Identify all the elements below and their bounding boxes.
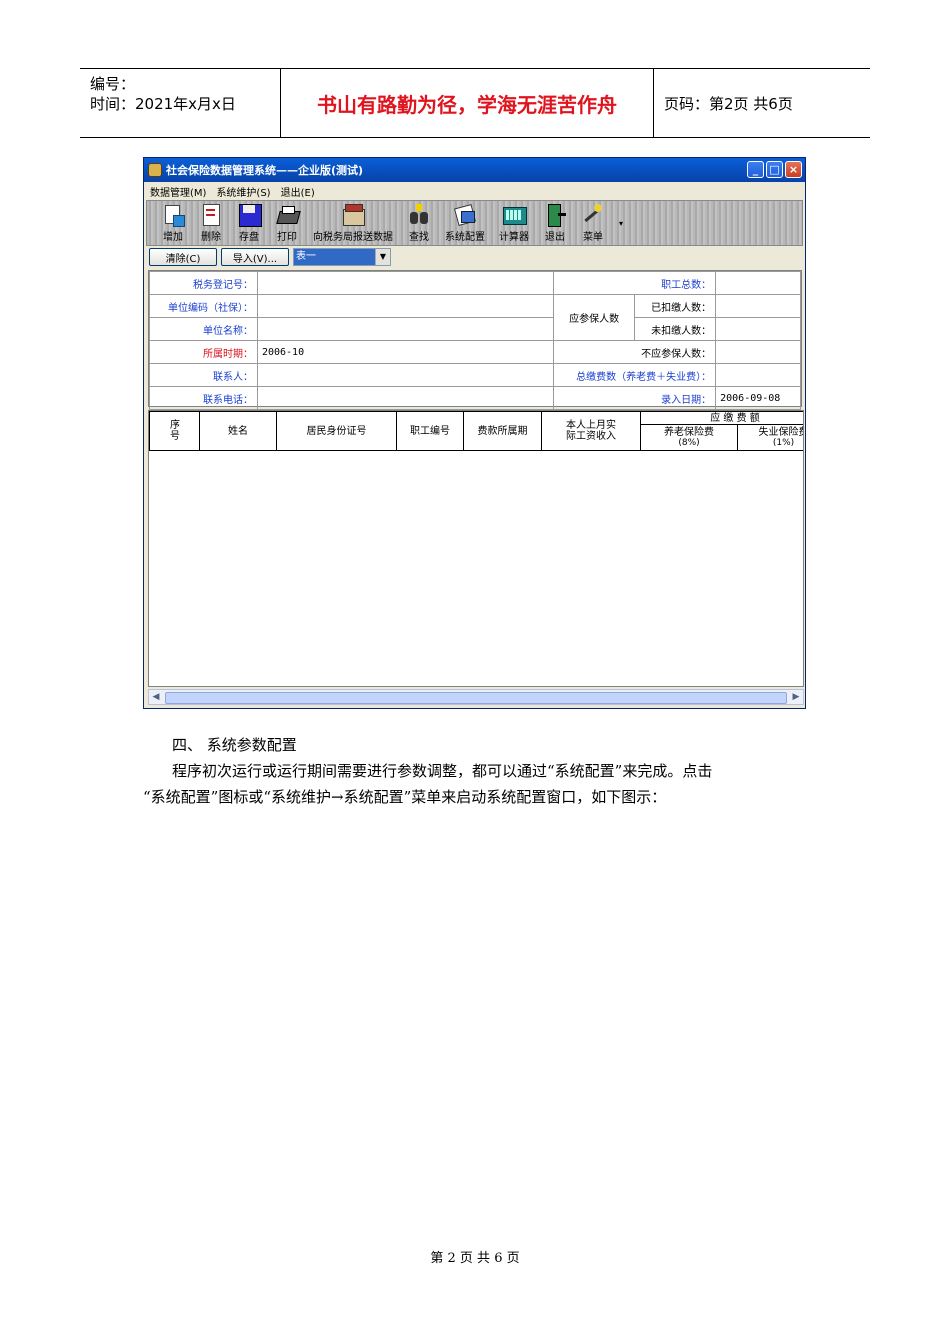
toolbar: 增加 删除 存盘 打印 向税务局报送数据 查找 系统配置 计算器 退出 菜单 ▾ [146, 200, 803, 246]
document-header: 编号： 时间：2021年x月x日 书山有路勤为径，学海无涯苦作舟 页码：第2页 … [80, 68, 870, 138]
motto: 书山有路勤为径，学海无涯苦作舟 [317, 92, 617, 117]
not-required-field[interactable] [715, 340, 801, 364]
maximize-button[interactable]: □ [766, 161, 783, 178]
delete-icon [199, 203, 223, 227]
menu-system-maintenance[interactable]: 系统维护(S) [216, 184, 270, 199]
menu-data-management[interactable]: 数据管理(M) [150, 184, 206, 199]
window-title: 社会保险数据管理系统——企业版(测试) [166, 164, 364, 177]
total-workers-field[interactable] [715, 271, 801, 295]
close-button[interactable]: × [785, 161, 802, 178]
col-id-number[interactable]: 居民身份证号 [276, 411, 397, 451]
scroll-left-icon[interactable]: ◀ [149, 690, 163, 704]
col-pension-rate: (8%) [678, 437, 700, 448]
report-to-tax-bureau-button[interactable]: 向税务局报送数据 [313, 203, 393, 245]
unit-info-table: 税务登记号： 职工总数： 单位编码（社保）： 应参保人数 已扣缴人数： 单位名称… [149, 271, 801, 410]
header-meta-cell: 编号： 时间：2021年x月x日 [80, 69, 281, 137]
import-button[interactable]: 导入(V)... [221, 248, 289, 266]
grid-header: 序号 姓名 居民身份证号 职工编号 费款所属期 本人上月实际工资收入 应 缴 费… [149, 411, 804, 451]
time-label: 时间：2021年x月x日 [90, 95, 236, 113]
menu-exit[interactable]: 退出(E) [281, 184, 315, 199]
col-seq[interactable]: 序号 [149, 411, 200, 451]
clear-button[interactable]: 清除(C) [149, 248, 217, 266]
print-button[interactable]: 打印 [275, 203, 301, 245]
deducted-label: 已扣缴人数： [634, 294, 717, 318]
unit-info-form: 税务登记号： 职工总数： 单位编码（社保）： 应参保人数 已扣缴人数： 单位名称… [148, 270, 802, 410]
period-field[interactable]: 2006-10 [256, 340, 555, 364]
binoculars-icon [407, 203, 431, 227]
tax-reg-label: 税务登记号： [149, 271, 258, 295]
header-motto-cell: 书山有路勤为径，学海无涯苦作舟 [281, 69, 654, 137]
exit-button[interactable]: 退出 [543, 203, 567, 245]
col-last-month-wage[interactable]: 本人上月实际工资收入 [541, 411, 641, 451]
menu-bar: 数据管理(M) 系统维护(S) 退出(E) [144, 182, 805, 200]
col-worker-no[interactable]: 职工编号 [396, 411, 464, 451]
total-fee-label: 总缴费数（养老费＋失业费）： [553, 363, 717, 387]
section-heading: 四、 系统参数配置 [172, 736, 297, 754]
page-footer: 第 2 页 共 6 页 [430, 1251, 520, 1266]
title-bar[interactable]: 社会保险数据管理系统——企业版(测试) _ □ × [144, 158, 805, 182]
menu-button[interactable]: 菜单 [581, 203, 605, 245]
total-fee-field[interactable] [715, 363, 801, 387]
building-icon [341, 203, 365, 227]
not-required-label: 不应参保人数： [553, 340, 717, 364]
not-deducted-field[interactable] [715, 317, 801, 341]
col-pension[interactable]: 养老保险费 (8%) [640, 424, 738, 451]
body-line-2: “系统配置”图标或“系统维护→系统配置”菜单来启动系统配置窗口，如下图示： [143, 788, 667, 806]
entry-date-label: 录入日期： [553, 386, 717, 410]
printer-icon [275, 203, 301, 227]
toolbar-overflow-icon[interactable]: ▾ [619, 219, 623, 228]
col-unemployment[interactable]: 失业保险费 (1%) [736, 424, 804, 451]
period-label: 所属时期： [149, 340, 258, 364]
col-pension-title: 养老保险费 [664, 426, 714, 438]
minimize-button[interactable]: _ [747, 161, 764, 178]
deducted-field[interactable] [715, 294, 801, 318]
unit-code-field[interactable] [256, 294, 555, 318]
add-button[interactable]: 增加 [161, 203, 185, 245]
wand-icon [581, 203, 605, 227]
col-fee-period[interactable]: 费款所属期 [463, 411, 542, 451]
scrollbar-thumb[interactable] [165, 692, 787, 704]
unit-code-label: 单位编码（社保）： [149, 294, 258, 318]
total-workers-label: 职工总数： [553, 271, 717, 295]
unit-name-field[interactable] [256, 317, 555, 341]
tax-reg-field[interactable] [256, 271, 555, 295]
not-deducted-label: 未扣缴人数： [634, 317, 717, 341]
add-icon [161, 203, 185, 227]
contact-field[interactable] [256, 363, 555, 387]
calculator-icon [502, 203, 527, 227]
page-info: 页码：第2页 共6页 [664, 94, 793, 113]
col-group-payable: 应 缴 费 额 [639, 411, 803, 425]
chevron-down-icon[interactable]: ▼ [375, 249, 390, 265]
config-icon [453, 203, 477, 227]
scroll-right-icon[interactable]: ▶ [789, 690, 803, 704]
header-page-cell: 页码：第2页 共6页 [654, 69, 870, 137]
delete-button[interactable]: 删除 [199, 203, 223, 245]
calculator-button[interactable]: 计算器 [499, 203, 529, 245]
window-controls: _ □ × [747, 161, 802, 178]
app-window: 社会保险数据管理系统——企业版(测试) _ □ × 数据管理(M) 系统维护(S… [143, 157, 806, 709]
serial-label: 编号： [90, 75, 136, 93]
col-unemployment-rate: (1%) [772, 437, 795, 448]
phone-field[interactable] [256, 386, 555, 410]
phone-label: 联系电话： [149, 386, 258, 410]
sheet-select[interactable]: 表一 ▼ [293, 248, 391, 266]
unit-name-label: 单位名称： [149, 317, 258, 341]
system-config-button[interactable]: 系统配置 [445, 203, 485, 245]
horizontal-scrollbar[interactable]: ◀ ▶ [148, 689, 804, 705]
floppy-disk-icon [237, 203, 262, 227]
entry-date-field[interactable]: 2006-09-08 [715, 386, 801, 410]
contact-label: 联系人： [149, 363, 258, 387]
app-icon [148, 163, 162, 177]
body-line-1: 程序初次运行或运行期间需要进行参数调整，都可以通过“系统配置”来完成。点击 [172, 762, 713, 780]
door-exit-icon [543, 203, 567, 227]
should-insured-label: 应参保人数 [553, 294, 636, 341]
col-unemployment-title: 失业保险费 [758, 426, 804, 438]
sheet-select-value: 表一 [294, 249, 375, 265]
save-button[interactable]: 存盘 [237, 203, 262, 245]
employee-grid[interactable]: 序号 姓名 居民身份证号 职工编号 费款所属期 本人上月实际工资收入 应 缴 费… [148, 410, 804, 687]
search-button[interactable]: 查找 [407, 203, 431, 245]
action-bar: 清除(C) 导入(V)... 表一 ▼ [144, 246, 805, 268]
col-name[interactable]: 姓名 [199, 411, 277, 451]
